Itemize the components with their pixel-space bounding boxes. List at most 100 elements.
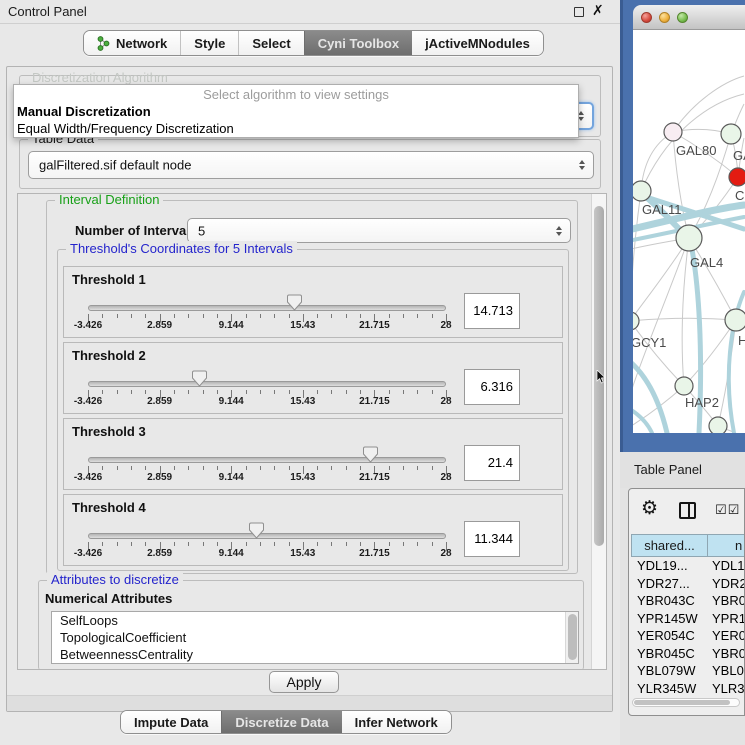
slider-tick [203, 542, 204, 546]
minimize-traffic-light-icon[interactable] [659, 12, 670, 23]
node-table: shared... n YDL19...YDL1YDR27...YDR2YBR0… [631, 534, 745, 698]
slider-tick [217, 390, 218, 394]
checkbox-icons[interactable]: ☑☑ [715, 502, 740, 518]
slider-track[interactable] [88, 457, 446, 463]
network-node[interactable] [721, 124, 741, 144]
tab-jactivemnodules[interactable]: jActiveMNodules [412, 31, 543, 55]
zoom-traffic-light-icon[interactable] [677, 12, 688, 23]
apply-button[interactable]: Apply [269, 671, 339, 693]
network-edge[interactable] [633, 238, 689, 392]
slider-track[interactable] [88, 533, 446, 539]
threshold-value-field[interactable]: 11.344 [464, 521, 520, 557]
network-node[interactable] [675, 377, 693, 395]
threshold-value-field[interactable]: 14.713 [464, 293, 520, 329]
attribute-list-item[interactable]: TopologicalCoefficient [52, 629, 578, 646]
table-row[interactable]: YBL079WYBL0 [631, 662, 745, 680]
float-window-icon[interactable] [574, 7, 584, 17]
threshold-value-field[interactable]: 6.316 [464, 369, 520, 405]
network-node[interactable] [709, 417, 727, 433]
tab-infer-network[interactable]: Infer Network [342, 711, 451, 733]
slider-thumb[interactable] [192, 370, 207, 388]
slider-tick [389, 542, 390, 546]
slider-tick [274, 390, 275, 394]
algorithm-option-equal-width[interactable]: Equal Width/Frequency Discretization [14, 120, 578, 137]
slider-tick [217, 542, 218, 546]
table-row[interactable]: YER054CYER0 [631, 627, 745, 645]
slider-tick [131, 314, 132, 318]
close-icon[interactable]: ✗ [592, 2, 604, 19]
threshold-label: Threshold 2 [72, 348, 146, 363]
attribute-list-item[interactable]: BetweennessCentrality [52, 646, 578, 663]
slider-thumb[interactable] [287, 294, 302, 312]
tick-label: 21.715 [359, 396, 390, 407]
tick-label: 9.144 [219, 320, 244, 331]
tab-select[interactable]: Select [238, 31, 303, 55]
threshold-value-field[interactable]: 21.4 [464, 445, 520, 481]
settings-scrollpane: Interval Definition Number of Intervals … [17, 193, 607, 670]
table-row[interactable]: YLR345WYLR3 [631, 680, 745, 698]
network-node[interactable] [729, 168, 745, 186]
table-horizontal-scrollbar[interactable] [632, 698, 740, 707]
column-header-shared-name[interactable]: shared... [631, 534, 708, 557]
settings-vertical-scrollbar[interactable] [591, 194, 606, 669]
network-icon [97, 36, 110, 51]
network-edge[interactable] [673, 76, 744, 132]
network-edge[interactable] [633, 191, 641, 321]
table-header-row: shared... n [631, 534, 745, 557]
attributes-group: Attributes to discretize Numerical Attri… [38, 580, 584, 670]
slider-track[interactable] [88, 305, 446, 311]
slider-tick [260, 466, 261, 470]
slider-tick [274, 314, 275, 318]
slider-thumb[interactable] [249, 522, 264, 540]
network-edge[interactable] [682, 238, 689, 386]
network-node[interactable] [664, 123, 682, 141]
algorithm-prompt-item[interactable]: Select algorithm to view settings [14, 85, 578, 103]
network-node[interactable] [725, 309, 745, 331]
tick-label: 21.715 [359, 472, 390, 483]
bottom-tab-bar: Impute Data Discretize Data Infer Networ… [120, 710, 452, 734]
tab-discretize-data[interactable]: Discretize Data [221, 711, 341, 733]
tab-impute-data[interactable]: Impute Data [121, 711, 221, 733]
algorithm-option-manual[interactable]: Manual Discretization [14, 103, 578, 120]
slider-tick [102, 466, 103, 470]
slider-tick [260, 390, 261, 394]
table-data-combobox[interactable]: galFiltered.sif default node [28, 151, 594, 179]
table-row[interactable]: YBR043CYBR0 [631, 592, 745, 610]
table-row[interactable]: YBR045CYBR0 [631, 645, 745, 663]
network-edge[interactable] [633, 318, 736, 321]
threshold-label: Threshold 3 [72, 424, 146, 439]
attribute-list-item[interactable]: SelfLoops [52, 612, 578, 629]
scrollbar-thumb[interactable] [634, 700, 730, 705]
tab-cyni-toolbox[interactable]: Cyni Toolbox [304, 31, 412, 55]
split-columns-icon[interactable] [679, 502, 696, 519]
slider-tick [260, 314, 261, 318]
number-of-intervals-combobox[interactable]: 5 [187, 218, 571, 243]
algorithm-dropdown-popup: Select algorithm to view settings Manual… [13, 84, 579, 138]
network-edge-highlighted[interactable] [633, 408, 652, 433]
slider-tick [117, 542, 118, 546]
tick-label: 2.859 [147, 472, 172, 483]
close-traffic-light-icon[interactable] [641, 12, 652, 23]
scrollbar-thumb[interactable] [568, 614, 577, 660]
network-node[interactable] [676, 225, 702, 251]
slider-tick [432, 542, 433, 546]
attributes-list-scrollbar[interactable] [565, 612, 578, 663]
numerical-attributes-list[interactable]: SelfLoopsTopologicalCoefficientBetweenne… [51, 611, 579, 664]
network-node[interactable] [633, 181, 651, 201]
tab-network[interactable]: Network [84, 31, 180, 55]
attributes-title: Attributes to discretize [47, 572, 183, 588]
table-row[interactable]: YDL19...YDL1 [631, 557, 745, 575]
gear-icon[interactable]: ⚙ [641, 497, 658, 520]
network-node[interactable] [633, 312, 639, 330]
network-edge[interactable] [633, 238, 689, 321]
network-canvas[interactable]: GAL80GALCGAL11GAL4HGCY1HAP2 [633, 30, 745, 433]
slider-thumb[interactable] [363, 446, 378, 464]
slider-tick [131, 390, 132, 394]
tab-style[interactable]: Style [180, 31, 238, 55]
slider-track[interactable] [88, 381, 446, 387]
column-header-name[interactable]: n [708, 534, 745, 557]
table-row[interactable]: YPR145WYPR1 [631, 610, 745, 628]
table-row[interactable]: YDR27...YDR2 [631, 575, 745, 593]
network-node-label: GAL11 [642, 202, 682, 217]
threshold-panel-1: Threshold 1 -3.4262.8599.14415.4321.7152… [63, 266, 563, 338]
